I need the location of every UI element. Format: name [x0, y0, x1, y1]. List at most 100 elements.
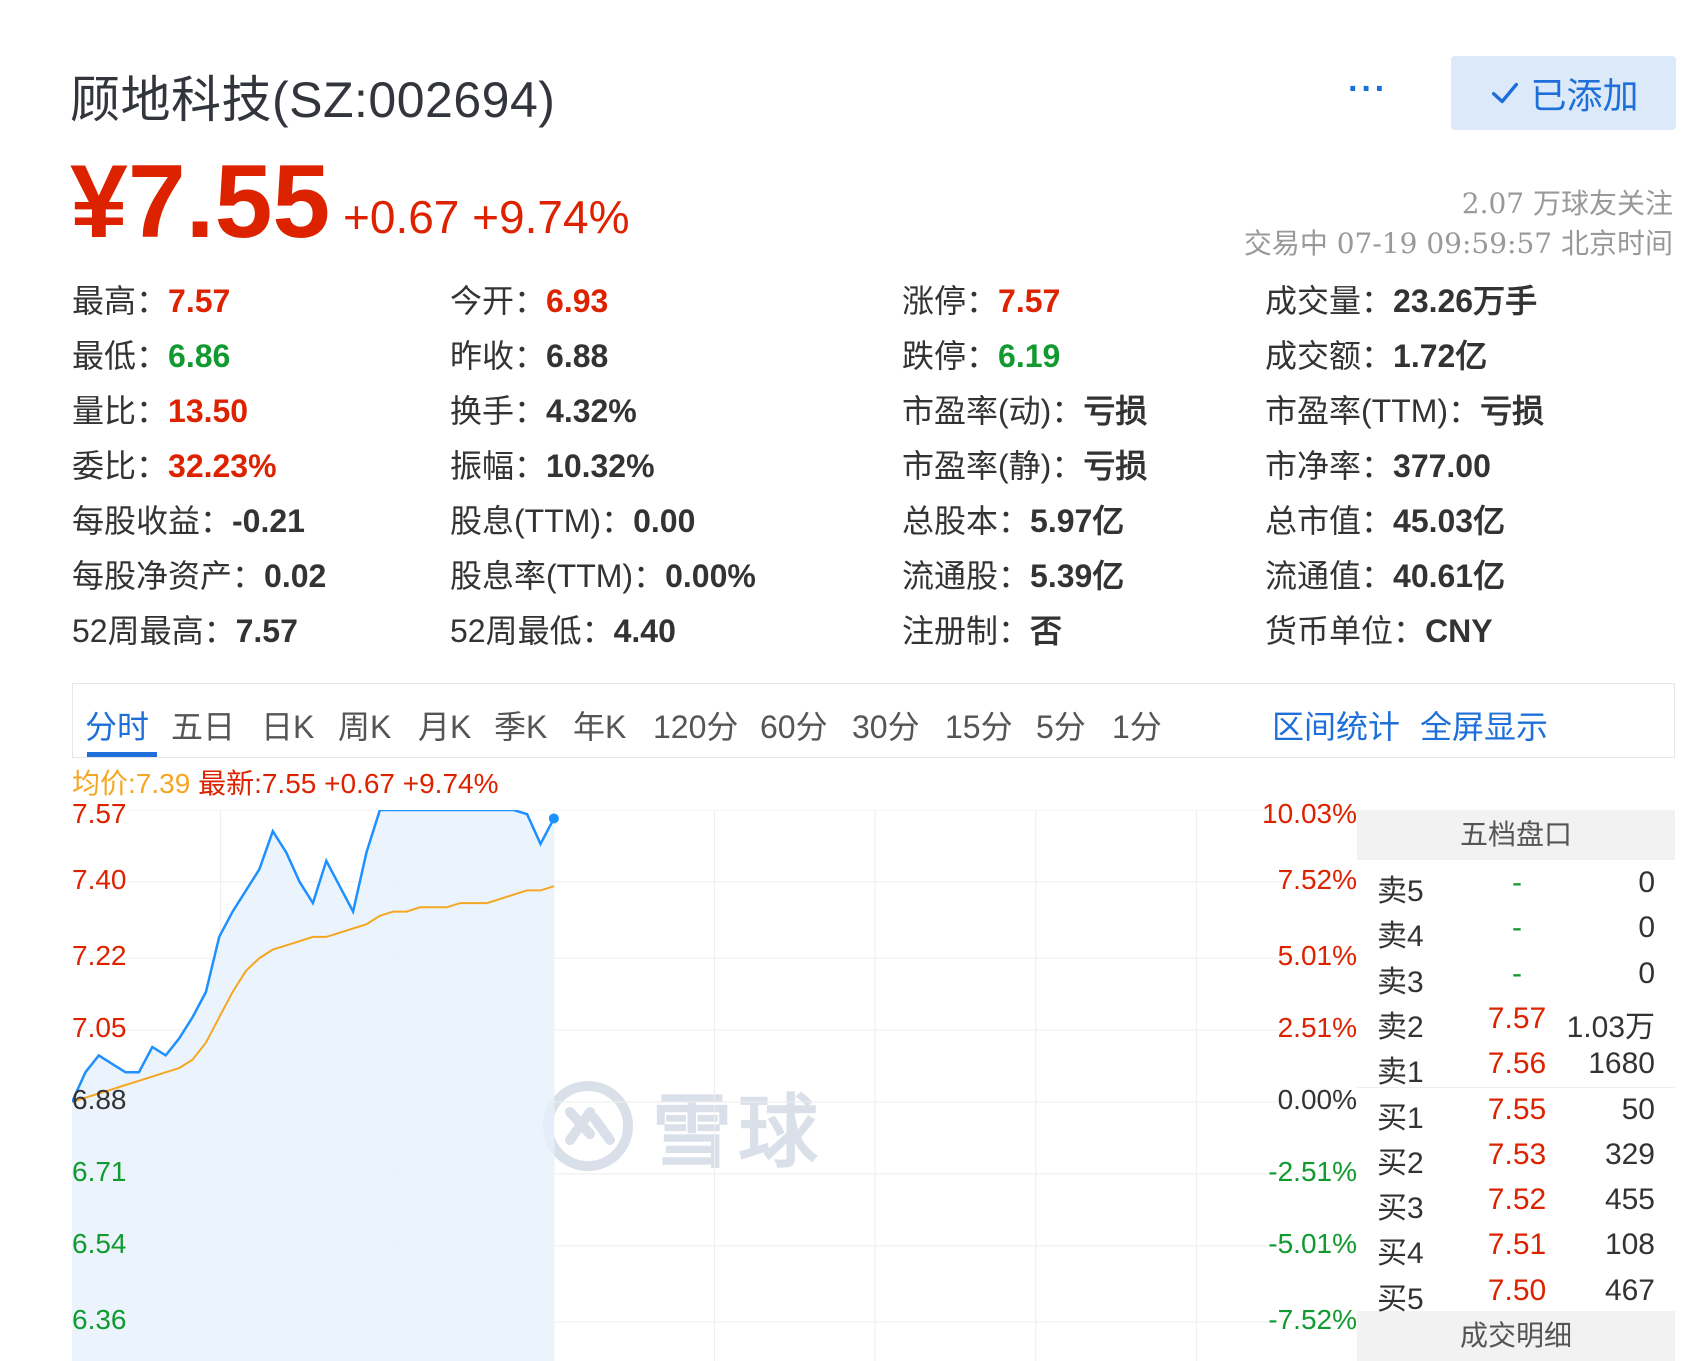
quote-cell: 流通股：5.39亿 [902, 551, 1124, 597]
intraday-chart-svg [72, 810, 1357, 1361]
order-book: 五档盘口 成交明细 卖5-0 卖4-0 卖3-0 卖2 7.57 1.03万 卖1 7.56 1… [1357, 810, 1675, 1361]
order-volume: 329 [1604, 1137, 1655, 1171]
quote-label: 市盈率(TTM)： [1265, 393, 1481, 429]
tab-月K[interactable]: 月K [418, 702, 471, 748]
order-book-title: 五档盘口 [1357, 810, 1675, 860]
latest-price-marker [548, 813, 559, 824]
order-price: 7.57 [1487, 1001, 1547, 1035]
quote-cell: 昨收：6.88 [450, 331, 608, 377]
quote-row: 每股收益：-0.21 股息(TTM)：0.00 总股本：5.97亿 总市值：45.03… [72, 496, 1672, 551]
tab-季K[interactable]: 季K [494, 702, 547, 748]
quote-row: 最低：6.86 昨收：6.88 跌停：6.19 成交额：1.72亿 [72, 331, 1672, 386]
y-axis-price-label: 7.22 [72, 940, 127, 972]
order-volume: 50 [1621, 1092, 1655, 1126]
y-axis-price-label: 6.88 [72, 1083, 127, 1115]
tab-周K[interactable]: 周K [338, 702, 391, 748]
y-axis-price-label: 6.54 [72, 1227, 127, 1259]
checkmark-icon [1492, 82, 1519, 104]
quote-cell: 最高：7.57 [72, 276, 230, 322]
order-level-label: 买3 [1377, 1192, 1424, 1226]
quote-value: 亏损 [1083, 448, 1148, 484]
quote-label: 注册制： [902, 613, 1031, 649]
tab-120分[interactable]: 120分 [653, 702, 738, 748]
quote-label: 市净率： [1265, 448, 1394, 484]
quote-label: 量比： [72, 393, 169, 429]
y-axis-percent-label: 0.00% [1277, 1083, 1357, 1115]
quote-cell: 市盈率(动)：亏损 [902, 386, 1147, 432]
followed-label: 已添加 [1530, 75, 1639, 116]
quote-cell: 货币单位：CNY [1265, 606, 1493, 652]
order-book-row: 卖5 - 0 [1357, 866, 1675, 911]
quote-row: 每股净资产：0.02 股息率(TTM)：0.00% 流通股：5.39亿 流通值：40.… [72, 551, 1672, 606]
quote-value: 23.26万手 [1393, 283, 1538, 319]
y-axis-percent-label: 5.01% [1277, 940, 1357, 972]
tab-15分[interactable]: 15分 [945, 702, 1013, 748]
quote-row: 52周最高：7.57 52周最低：4.40 注册制：否 货币单位：CNY [72, 606, 1672, 661]
quote-value: 377.00 [1393, 448, 1491, 484]
more-options-button[interactable]: ··· [1348, 70, 1388, 109]
order-volume: 0 [1638, 866, 1655, 899]
order-volume: 467 [1604, 1273, 1655, 1307]
quote-value: 亏损 [1480, 393, 1545, 429]
quote-label: 52周最低： [450, 613, 614, 649]
quote-cell: 股息(TTM)：0.00 [450, 496, 695, 542]
order-price: - [1512, 911, 1522, 945]
quote-label: 总股本： [902, 503, 1031, 539]
order-level-label: 买1 [1377, 1101, 1424, 1135]
tab-5分[interactable]: 5分 [1036, 702, 1086, 748]
quote-value: 7.57 [235, 613, 298, 649]
order-book-row: 卖1 7.56 1680 [1357, 1047, 1675, 1092]
chart-legend: 均价:7.39 最新:7.55 +0.67 +9.74% [72, 762, 499, 802]
quote-value: 7.57 [998, 283, 1061, 319]
quote-value: 10.32% [546, 448, 655, 484]
legend-avg-price: 均价:7.39 [72, 768, 191, 799]
intraday-chart[interactable] [72, 810, 1357, 1361]
quote-cell: 今开：6.93 [450, 276, 608, 322]
quote-label: 成交额： [1265, 338, 1394, 374]
quote-label: 货币单位： [1265, 613, 1426, 649]
followed-button[interactable]: 已添加 [1451, 56, 1676, 130]
tab-60分[interactable]: 60分 [760, 702, 828, 748]
tab-1分[interactable]: 1分 [1112, 702, 1162, 748]
order-book-row: 卖2 7.57 1.03万 [1357, 1002, 1675, 1047]
order-level-label: 卖3 [1377, 965, 1424, 999]
quote-cell: 市盈率(TTM)：亏损 [1265, 386, 1544, 432]
quote-value: 6.93 [546, 283, 609, 319]
quote-cell: 市盈率(静)：亏损 [902, 441, 1147, 487]
fullscreen-link[interactable]: 全屏显示 [1420, 702, 1548, 748]
order-price: 7.53 [1487, 1137, 1547, 1171]
quote-cell: 成交额：1.72亿 [1265, 331, 1487, 377]
quote-label: 流通值： [1265, 558, 1394, 594]
quote-row: 委比：32.23% 振幅：10.32% 市盈率(静)：亏损 市净率：377.00 [72, 441, 1672, 496]
order-price: 7.51 [1487, 1228, 1547, 1262]
quote-value: 否 [1030, 613, 1063, 649]
tab-日K[interactable]: 日K [261, 702, 314, 748]
quote-label: 流通股： [902, 558, 1031, 594]
order-book-row: 买4 7.51 108 [1357, 1228, 1675, 1273]
y-axis-price-label: 6.36 [72, 1304, 127, 1335]
tab-年K[interactable]: 年K [573, 702, 626, 748]
quote-value: 0.02 [264, 558, 327, 594]
quote-value: 4.40 [613, 613, 676, 649]
current-price: ¥7.55 [70, 144, 331, 260]
quote-value: 32.23% [168, 448, 277, 484]
quote-cell: 总市值：45.03亿 [1265, 496, 1505, 542]
quote-value: 7.57 [168, 283, 231, 319]
tab-30分[interactable]: 30分 [852, 702, 920, 748]
range-stats-link[interactable]: 区间统计 [1272, 702, 1400, 748]
quote-label: 换手： [450, 393, 547, 429]
tab-分时[interactable]: 分时 [85, 702, 149, 748]
y-axis-price-label: 6.71 [72, 1155, 127, 1187]
price-change: +0.67 +9.74% [343, 191, 630, 243]
order-book-row: 买5 7.50 467 [1357, 1274, 1675, 1319]
tab-五日[interactable]: 五日 [171, 702, 235, 748]
quote-value: CNY [1425, 613, 1493, 649]
quote-cell: 量比：13.50 [72, 386, 248, 432]
quote-label: 52周最高： [72, 613, 236, 649]
quote-row: 量比：13.50 换手：4.32% 市盈率(动)：亏损 市盈率(TTM)：亏损 [72, 386, 1672, 441]
quote-cell: 股息率(TTM)：0.00% [450, 551, 756, 597]
y-axis-percent-label: -7.52% [1268, 1304, 1357, 1335]
quote-label: 总市值： [1265, 503, 1394, 539]
quote-cell: 成交量：23.26万手 [1265, 276, 1537, 322]
order-price: - [1512, 956, 1522, 990]
